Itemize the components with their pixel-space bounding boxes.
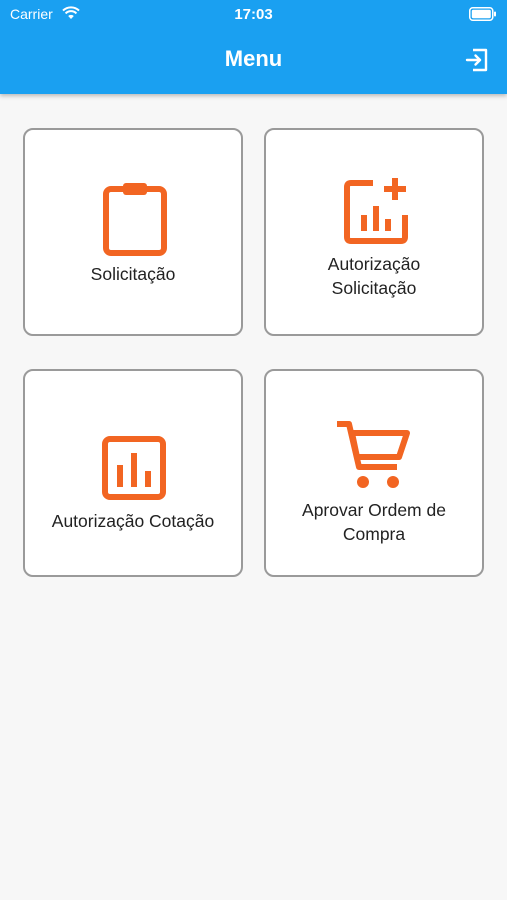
tile-label-line1: Aprovar Ordem de	[302, 500, 446, 520]
chart-add-icon	[344, 178, 408, 244]
tile-label-line1: Autorização	[327, 254, 421, 274]
menu-grid: Solicitação Autorização Solicitação Auto…	[0, 0, 507, 900]
menu-tile-autorizacao-solicitacao[interactable]: Autorização Solicitação	[264, 128, 484, 336]
tile-label: Solicitação	[90, 264, 176, 284]
tile-label: Autorização Cotação	[51, 511, 215, 531]
menu-tile-autorizacao-cotacao[interactable]: Autorização Cotação	[23, 369, 243, 577]
menu-tile-aprovar-ordem-compra[interactable]: Aprovar Ordem de Compra	[264, 369, 484, 577]
tile-label-line2: Solicitação	[331, 278, 417, 298]
menu-tile-solicitacao[interactable]: Solicitação	[23, 128, 243, 336]
bar-chart-icon	[102, 436, 166, 500]
tile-label-line2: Compra	[342, 524, 406, 544]
shopping-cart-icon	[337, 421, 410, 488]
clipboard-icon	[103, 183, 167, 256]
